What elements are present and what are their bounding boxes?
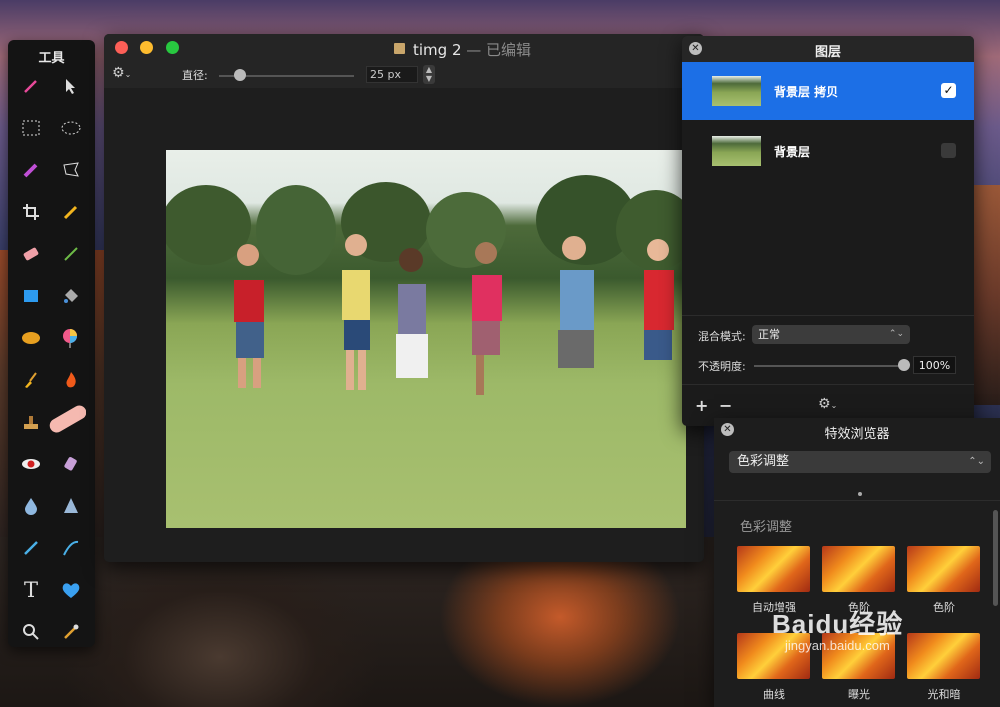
color-wheel-icon[interactable] <box>56 323 86 353</box>
layer-row[interactable]: 背景层 拷贝 ✓ <box>682 62 974 120</box>
canvas-photo[interactable] <box>166 150 686 528</box>
layer-row[interactable]: 背景层 <box>682 122 974 180</box>
crop-icon[interactable] <box>16 197 46 227</box>
diameter-input[interactable]: 25 px <box>366 66 418 83</box>
sharpen-eraser-icon[interactable] <box>56 449 86 479</box>
layer-options-gear-icon[interactable]: ⚙⌄ <box>818 396 837 412</box>
heart-shape-icon[interactable] <box>56 575 86 605</box>
document-window: timg 2 — 已编辑 ⚙⌄ 直径: 25 px ▲ ▼ <box>104 34 704 562</box>
pencil-icon[interactable] <box>56 197 86 227</box>
bezier-pen-icon[interactable] <box>56 533 86 563</box>
watermark-logo: Baidu经验 <box>772 609 904 639</box>
add-layer-button[interactable]: + <box>695 396 708 415</box>
smudge-icon[interactable] <box>16 323 46 353</box>
watermark-url: jingyan.baidu.com <box>785 638 890 653</box>
chevron-updown-icon: ⌃⌄ <box>888 329 904 339</box>
close-window-button[interactable] <box>115 41 128 54</box>
shape-rect-icon[interactable] <box>16 281 46 311</box>
red-eye-icon[interactable] <box>16 449 46 479</box>
effect-tile[interactable]: 光和暗 <box>907 633 981 702</box>
effect-label: 曝光 <box>848 688 870 701</box>
child-1 <box>234 244 264 388</box>
opacity-slider-knob[interactable] <box>898 359 910 371</box>
arrow-select-icon[interactable] <box>56 71 86 101</box>
minimize-window-button[interactable] <box>140 41 153 54</box>
bandage-heal-icon[interactable] <box>49 405 86 437</box>
child-3 <box>396 248 428 378</box>
tools-title: 工具 <box>38 51 65 66</box>
chevron-updown-icon: ⌃⌄ <box>968 456 985 467</box>
effect-thumbnail <box>737 546 810 592</box>
layer-visibility-checkbox[interactable]: ✓ <box>941 83 956 98</box>
document-name: timg 2 <box>413 41 462 59</box>
gear-icon[interactable]: ⚙⌄ <box>112 65 131 81</box>
effect-label: 曲线 <box>763 688 785 701</box>
page-indicator-dot <box>858 492 862 496</box>
eyedropper-icon[interactable] <box>56 617 86 647</box>
color-picker-brush-icon[interactable] <box>16 155 46 185</box>
effect-label: 色阶 <box>933 601 955 614</box>
layer-visibility-checkbox[interactable] <box>941 143 956 158</box>
remove-layer-button[interactable]: − <box>719 396 732 415</box>
paint-bucket-icon[interactable] <box>56 281 86 311</box>
divider <box>714 500 1000 501</box>
effects-category-select[interactable]: 色彩调整 ⌃⌄ <box>729 451 991 473</box>
effect-thumbnail <box>822 546 895 592</box>
line-pen-icon[interactable] <box>16 533 46 563</box>
effect-thumbnail <box>907 633 980 679</box>
eraser-icon[interactable] <box>16 239 46 269</box>
maximize-window-button[interactable] <box>166 41 179 54</box>
layer-name: 背景层 <box>774 145 811 159</box>
opacity-label: 不透明度: <box>698 360 746 373</box>
zoom-icon[interactable] <box>16 617 46 647</box>
effect-thumbnail <box>907 546 980 592</box>
edited-indicator: — 已编辑 <box>461 41 532 59</box>
blend-mode-label: 混合模式: <box>698 330 746 343</box>
effect-tile[interactable]: 色阶 <box>907 546 981 615</box>
tools-palette: 工具 T <box>8 40 95 647</box>
layer-thumbnail <box>712 136 761 166</box>
lasso-icon[interactable] <box>56 155 86 185</box>
layers-panel: ✕ 图层 背景层 拷贝 ✓ 背景层 混合模式: 正常 ⌃⌄ 不透明度: 100% … <box>682 36 974 426</box>
blend-mode-select[interactable]: 正常 ⌃⌄ <box>752 325 910 344</box>
text-tool-icon[interactable]: T <box>16 575 46 605</box>
document-title: timg 2 — 已编辑 <box>394 39 531 60</box>
effects-category-value: 色彩调整 <box>737 454 790 469</box>
layers-title: 图层 <box>814 45 841 60</box>
sharpen-cone-icon[interactable] <box>56 491 86 521</box>
effects-title: 特效浏览器 <box>824 427 890 442</box>
opacity-slider-track[interactable] <box>754 365 908 367</box>
ellipse-select-icon[interactable] <box>56 113 86 143</box>
effects-scrollbar[interactable] <box>993 510 998 606</box>
blend-mode-value: 正常 <box>758 328 780 341</box>
divider <box>682 315 974 316</box>
diameter-stepper[interactable]: ▲ ▼ <box>423 65 435 84</box>
magic-wand-icon[interactable] <box>16 71 46 101</box>
blur-drop-icon[interactable] <box>16 491 46 521</box>
rect-select-icon[interactable] <box>16 113 46 143</box>
burn-flame-icon[interactable] <box>56 365 86 395</box>
layer-thumbnail <box>712 76 761 106</box>
layers-header: ✕ 图层 <box>682 36 974 62</box>
diameter-label: 直径: <box>182 69 208 82</box>
document-icon <box>394 43 405 54</box>
effects-section-title: 色彩调整 <box>740 520 793 535</box>
broom-icon[interactable] <box>16 365 46 395</box>
stamp-icon[interactable] <box>16 407 46 437</box>
diameter-slider-knob[interactable] <box>234 69 246 81</box>
brush-icon[interactable] <box>56 239 86 269</box>
effect-label: 光和暗 <box>927 688 961 701</box>
divider <box>682 384 974 385</box>
tool-options-bar: ⚙⌄ 直径: 25 px ▲ ▼ <box>104 62 704 89</box>
opacity-input[interactable]: 100% <box>913 356 956 374</box>
title-bar: timg 2 — 已编辑 <box>104 34 704 62</box>
effects-browser-panel: ✕ 特效浏览器 色彩调整 ⌃⌄ 色彩调整 自动增强 色阶 色阶 曲线 曝光 光和暗 <box>714 418 1000 707</box>
canvas-area <box>104 88 704 562</box>
layer-name: 背景层 拷贝 <box>774 85 839 99</box>
